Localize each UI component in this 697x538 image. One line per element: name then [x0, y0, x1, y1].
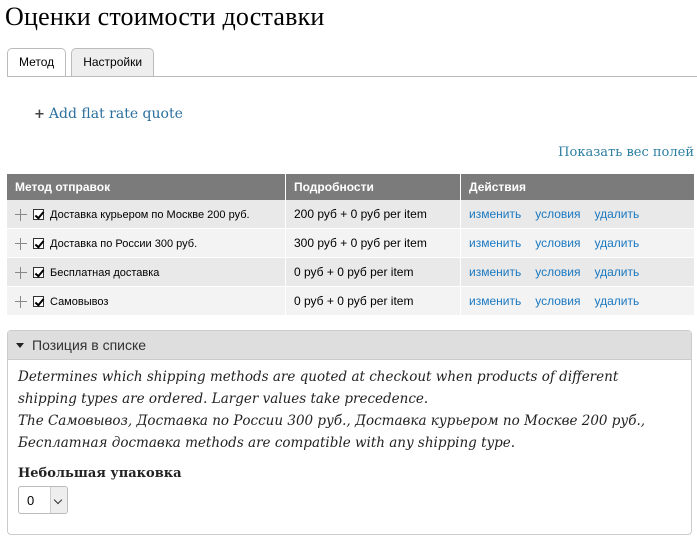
method-enabled-checkbox[interactable] — [33, 296, 44, 308]
actions-cell: изменить условия удалить — [460, 286, 694, 316]
collapse-triangle-icon — [16, 343, 24, 348]
details-cell: 0 руб + 0 руб per item — [285, 286, 461, 316]
drag-handle-icon[interactable] — [15, 266, 27, 279]
edit-link[interactable]: изменить — [469, 236, 521, 250]
column-header-method: Метод отправок — [7, 174, 286, 200]
plus-icon: + — [34, 107, 45, 122]
table-header-row: Метод отправок Подробности Действия — [7, 174, 694, 200]
details-cell: 200 руб + 0 руб per item — [285, 200, 461, 229]
method-cell: Доставка курьером по Москве 200 руб. — [7, 200, 286, 229]
fieldset-legend: Позиция в списке — [32, 337, 147, 353]
details-cell: 300 руб + 0 руб per item — [285, 228, 461, 258]
list-position-toggle[interactable]: Позиция в списке — [8, 331, 691, 360]
drag-handle-icon[interactable] — [15, 208, 27, 221]
add-flat-rate-label: Add flat rate quote — [48, 106, 183, 122]
conditions-link[interactable]: условия — [535, 294, 580, 308]
description-text: Determines which shipping methods are qu… — [18, 369, 619, 407]
tab-divider — [7, 76, 697, 77]
edit-link[interactable]: изменить — [469, 265, 521, 279]
package-weight-select[interactable]: 0 — [18, 486, 68, 514]
description-text: The Самовывоз, Доставка по России 300 ру… — [18, 413, 646, 451]
select-value: 0 — [27, 493, 35, 508]
table-row: Доставка по России 300 руб. 300 руб + 0 … — [7, 228, 694, 258]
chevron-down-icon — [50, 487, 67, 513]
method-name: Бесплатная доставка — [50, 266, 160, 279]
delete-link[interactable]: удалить — [594, 207, 639, 221]
delete-link[interactable]: удалить — [594, 265, 639, 279]
fieldset-description: Determines which shipping methods are qu… — [8, 360, 691, 454]
method-name: Доставка курьером по Москве 200 руб. — [50, 208, 250, 221]
actions-cell: изменить условия удалить — [460, 228, 694, 258]
method-enabled-checkbox[interactable] — [33, 267, 44, 279]
tab-method[interactable]: Метод — [7, 48, 67, 77]
column-header-details: Подробности — [285, 174, 461, 200]
table-row: Бесплатная доставка 0 руб + 0 руб per it… — [7, 257, 694, 287]
method-name: Самовывоз — [50, 295, 109, 308]
shipping-methods-table: Метод отправок Подробности Действия Дост… — [7, 174, 694, 316]
column-header-actions: Действия — [460, 174, 694, 200]
tab-settings[interactable]: Настройки — [71, 48, 155, 76]
conditions-link[interactable]: условия — [535, 207, 580, 221]
method-enabled-checkbox[interactable] — [33, 238, 44, 250]
method-cell: Доставка по России 300 руб. — [7, 228, 286, 258]
method-cell: Бесплатная доставка — [7, 257, 286, 287]
package-label: Небольшая упаковка — [18, 466, 182, 481]
drag-handle-icon[interactable] — [15, 295, 27, 308]
edit-link[interactable]: изменить — [469, 207, 521, 221]
edit-link[interactable]: изменить — [469, 294, 521, 308]
tab-bar: Метод Настройки — [7, 48, 159, 77]
add-flat-rate-link[interactable]: + Add flat rate quote — [34, 106, 183, 122]
details-cell: 0 руб + 0 руб per item — [285, 257, 461, 287]
page-title: Оценки стоимости доставки — [5, 2, 325, 31]
table-row: Доставка курьером по Москве 200 руб. 200… — [7, 200, 694, 229]
method-cell: Самовывоз — [7, 286, 286, 316]
method-enabled-checkbox[interactable] — [33, 209, 44, 221]
actions-cell: изменить условия удалить — [460, 200, 694, 229]
delete-link[interactable]: удалить — [594, 236, 639, 250]
method-name: Доставка по России 300 руб. — [50, 237, 198, 250]
table-row: Самовывоз 0 руб + 0 руб per item изменит… — [7, 286, 694, 316]
drag-handle-icon[interactable] — [15, 237, 27, 250]
list-position-fieldset: Позиция в списке Determines which shippi… — [7, 330, 692, 535]
show-weights-link[interactable]: Показать вес полей — [558, 145, 694, 160]
actions-cell: изменить условия удалить — [460, 257, 694, 287]
delete-link[interactable]: удалить — [594, 294, 639, 308]
conditions-link[interactable]: условия — [535, 236, 580, 250]
conditions-link[interactable]: условия — [535, 265, 580, 279]
